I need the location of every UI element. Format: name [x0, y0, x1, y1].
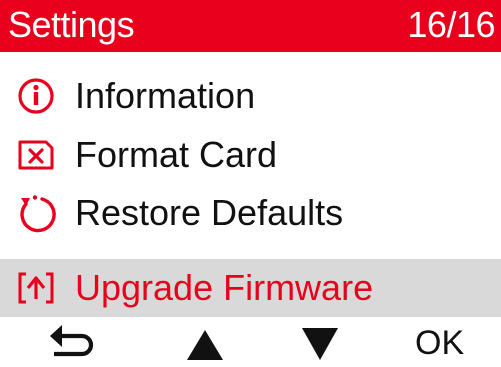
title-bar: Settings 16/16: [0, 0, 501, 52]
menu-item-information[interactable]: Information: [0, 67, 501, 125]
down-triangle-icon[interactable]: [300, 322, 340, 364]
menu-item-label: Format Card: [75, 134, 278, 175]
up-triangle-icon[interactable]: [185, 322, 225, 364]
info-icon: [12, 76, 60, 116]
back-arrow-icon[interactable]: [44, 322, 100, 364]
softkey-bar: OK: [0, 318, 501, 367]
page-title: Settings: [8, 4, 135, 45]
restore-icon: [12, 193, 60, 233]
upgrade-icon: [12, 268, 60, 308]
menu-item-label: Upgrade Firmware: [75, 267, 374, 308]
format-card-icon: [12, 135, 60, 175]
menu-item-restore-defaults[interactable]: Restore Defaults: [0, 184, 501, 242]
menu-item-label: Information: [75, 75, 256, 116]
settings-screen: Settings 16/16 Information Format Card R…: [0, 0, 501, 367]
ok-button[interactable]: OK: [415, 322, 475, 364]
menu-item-upgrade-firmware[interactable]: Upgrade Firmware: [0, 259, 501, 317]
page-counter: 16/16: [407, 4, 495, 45]
menu-item-format-card[interactable]: Format Card: [0, 126, 501, 184]
menu-item-label: Restore Defaults: [75, 192, 344, 233]
